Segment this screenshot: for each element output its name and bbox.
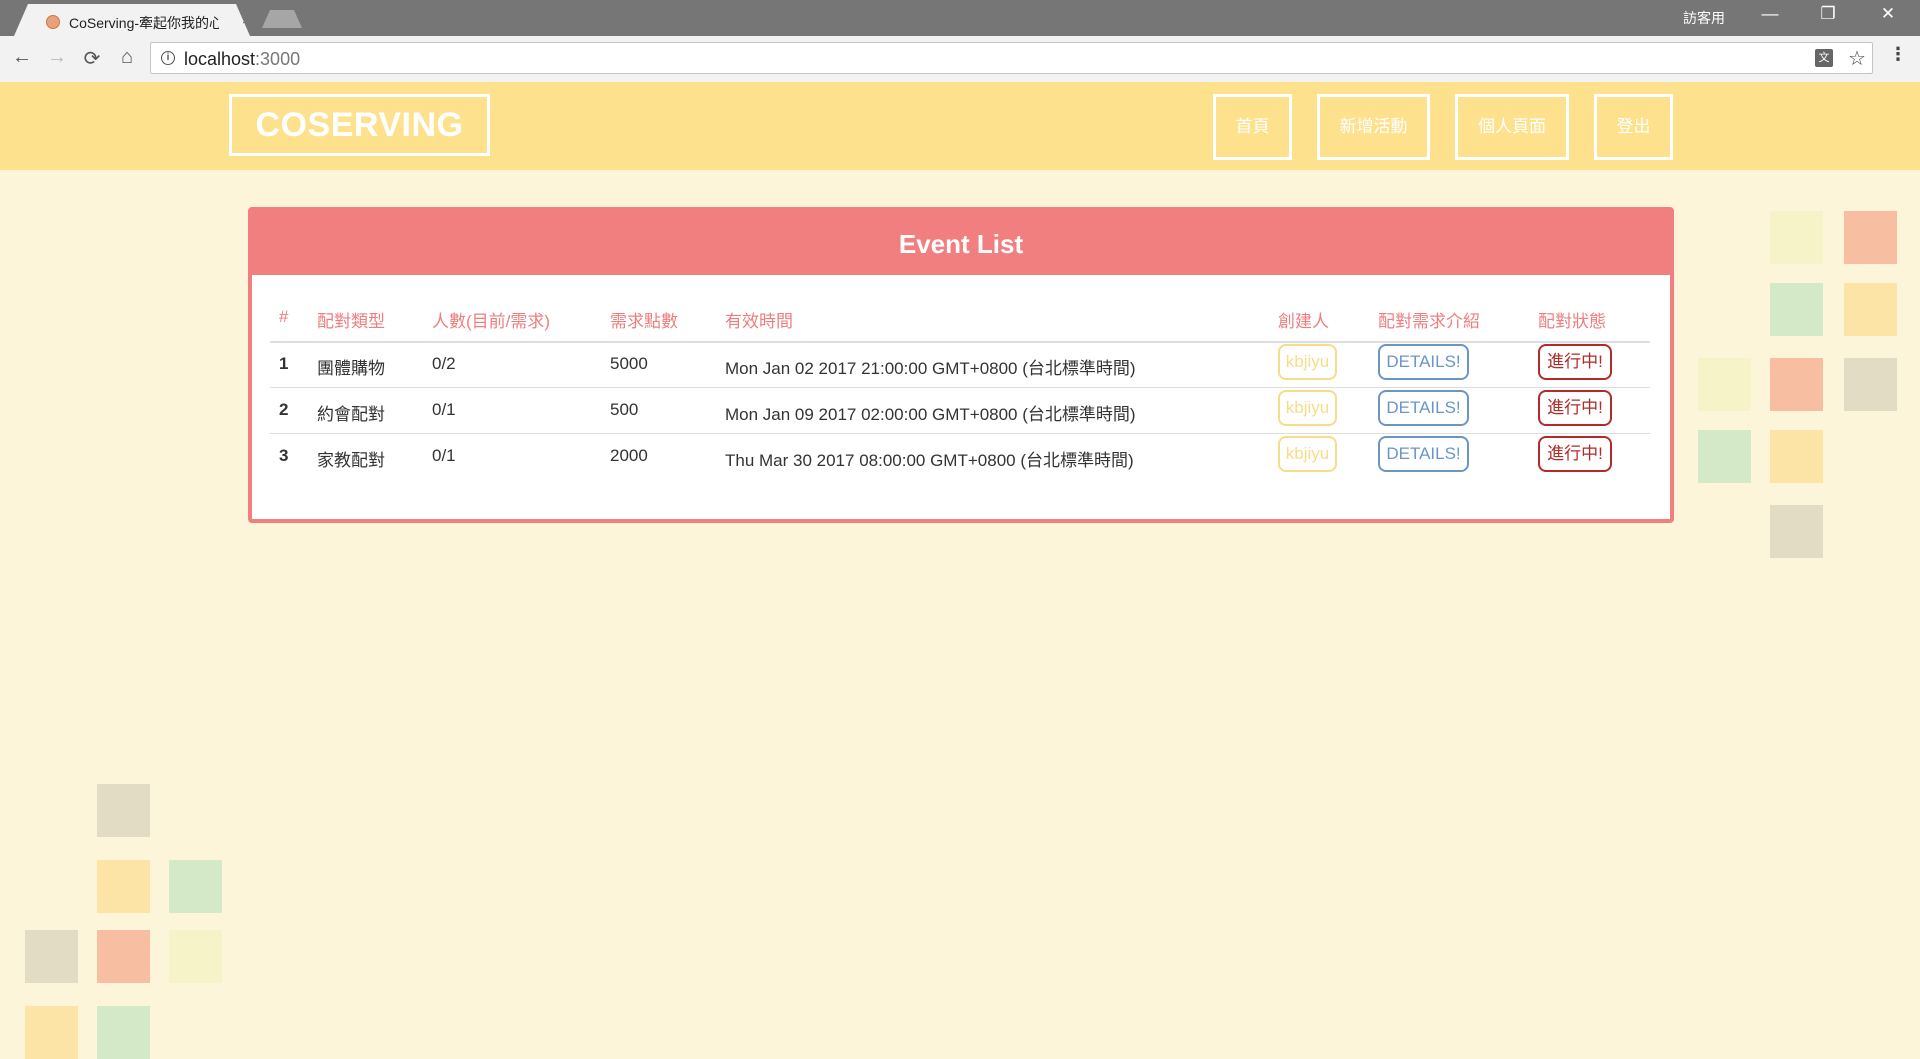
deco-square [97, 860, 150, 913]
col-header-index: # [279, 307, 289, 326]
profile-label[interactable]: 訪客用 [1683, 8, 1725, 28]
row-people: 0/1 [432, 446, 456, 465]
site-info-icon[interactable]: i [161, 51, 175, 65]
forward-icon[interactable]: → [45, 46, 69, 69]
deco-square [1770, 283, 1823, 336]
creator-button[interactable]: kbjiyu [1278, 344, 1337, 380]
deco-square [1844, 358, 1897, 411]
panel-title: Event List [898, 229, 1024, 259]
status-button[interactable]: 進行中! [1538, 436, 1612, 472]
deco-square [97, 930, 150, 983]
col-header-creator: 創建人 [1278, 312, 1329, 331]
favicon-icon [46, 15, 60, 29]
deco-square [1770, 211, 1823, 264]
browser-toolbar: ← → ⟳ ⌂ i localhost:3000 文 ☆ ⋮ [0, 36, 1920, 83]
row-time: Thu Mar 30 2017 08:00:00 GMT+0800 (台北標準時… [725, 451, 1134, 470]
row-divider [270, 387, 1650, 388]
row-type: 團體購物 [317, 359, 385, 378]
back-icon[interactable]: ← [10, 46, 34, 69]
row-time: Mon Jan 02 2017 21:00:00 GMT+0800 (台北標準時… [725, 359, 1136, 378]
header-divider [270, 341, 1650, 343]
reload-icon[interactable]: ⟳ [80, 46, 104, 71]
panel-header: Event List [252, 211, 1670, 275]
deco-square [169, 930, 222, 983]
deco-square [1770, 505, 1823, 558]
col-header-type: 配對類型 [317, 312, 385, 331]
row-points: 5000 [610, 354, 648, 373]
deco-square [1698, 430, 1751, 483]
deco-square [1844, 211, 1897, 264]
address-bar[interactable]: i localhost:3000 文 ☆ [150, 42, 1873, 74]
col-header-status: 配對狀態 [1538, 312, 1606, 331]
row-index: 2 [279, 400, 289, 419]
creator-button[interactable]: kbjiyu [1278, 436, 1337, 472]
details-button[interactable]: DETAILS! [1378, 390, 1469, 426]
tab-title: CoServing-牽起你我的心 [69, 15, 219, 31]
row-index: 1 [279, 354, 289, 373]
details-button[interactable]: DETAILS! [1378, 344, 1469, 380]
translate-icon[interactable]: 文 [1815, 49, 1833, 67]
close-window-icon[interactable]: ✕ [1868, 4, 1908, 24]
deco-square [25, 1006, 78, 1059]
nav-home-button[interactable]: 首頁 [1213, 94, 1292, 160]
row-index: 3 [279, 446, 289, 465]
nav-profile-button[interactable]: 個人頁面 [1455, 94, 1569, 160]
creator-button[interactable]: kbjiyu [1278, 390, 1337, 426]
event-list-panel: Event List # 配對類型 人數(目前/需求) 需求點數 有效時間 創建… [248, 207, 1674, 523]
new-tab-button[interactable] [262, 10, 302, 28]
nav-logout-button[interactable]: 登出 [1594, 94, 1673, 160]
site-header: COSERVING 首頁 新增活動 個人頁面 登出 [0, 82, 1920, 170]
row-divider [270, 433, 1650, 434]
nav-new-event-button[interactable]: 新增活動 [1317, 94, 1430, 160]
col-header-time: 有效時間 [725, 312, 793, 331]
deco-square [169, 860, 222, 913]
deco-square [1844, 283, 1897, 336]
deco-square [1770, 430, 1823, 483]
col-header-people: 人數(目前/需求) [432, 312, 551, 331]
minimize-icon[interactable]: — [1750, 4, 1790, 24]
browser-menu-icon[interactable]: ⋮ [1889, 44, 1907, 65]
deco-square [25, 930, 78, 983]
status-button[interactable]: 進行中! [1538, 344, 1612, 380]
status-button[interactable]: 進行中! [1538, 390, 1612, 426]
row-time: Mon Jan 09 2017 02:00:00 GMT+0800 (台北標準時… [725, 405, 1136, 424]
row-points: 2000 [610, 446, 648, 465]
browser-tab[interactable]: CoServing-牽起你我的心 × [14, 4, 250, 36]
row-type: 家教配對 [317, 451, 385, 470]
tab-close-icon[interactable]: × [242, 12, 250, 29]
url-host: localhost [184, 49, 256, 69]
browser-titlebar: CoServing-牽起你我的心 × 訪客用 — ❐ ✕ [0, 0, 1920, 36]
row-points: 500 [610, 400, 639, 419]
url-port: :3000 [255, 49, 301, 69]
deco-square [97, 784, 150, 837]
row-people: 0/2 [432, 354, 456, 373]
home-icon[interactable]: ⌂ [115, 46, 139, 69]
col-header-points: 需求點數 [610, 312, 678, 331]
row-type: 約會配對 [317, 405, 385, 424]
deco-square [1770, 358, 1823, 411]
site-logo[interactable]: COSERVING [229, 94, 490, 156]
col-header-details: 配對需求介紹 [1378, 312, 1480, 331]
deco-square [1698, 358, 1751, 411]
url-text: localhost:3000 [184, 49, 300, 70]
deco-square [97, 1006, 150, 1059]
details-button[interactable]: DETAILS! [1378, 436, 1469, 472]
row-people: 0/1 [432, 400, 456, 419]
restore-icon[interactable]: ❐ [1808, 4, 1848, 24]
bookmark-star-icon[interactable]: ☆ [1848, 46, 1866, 71]
